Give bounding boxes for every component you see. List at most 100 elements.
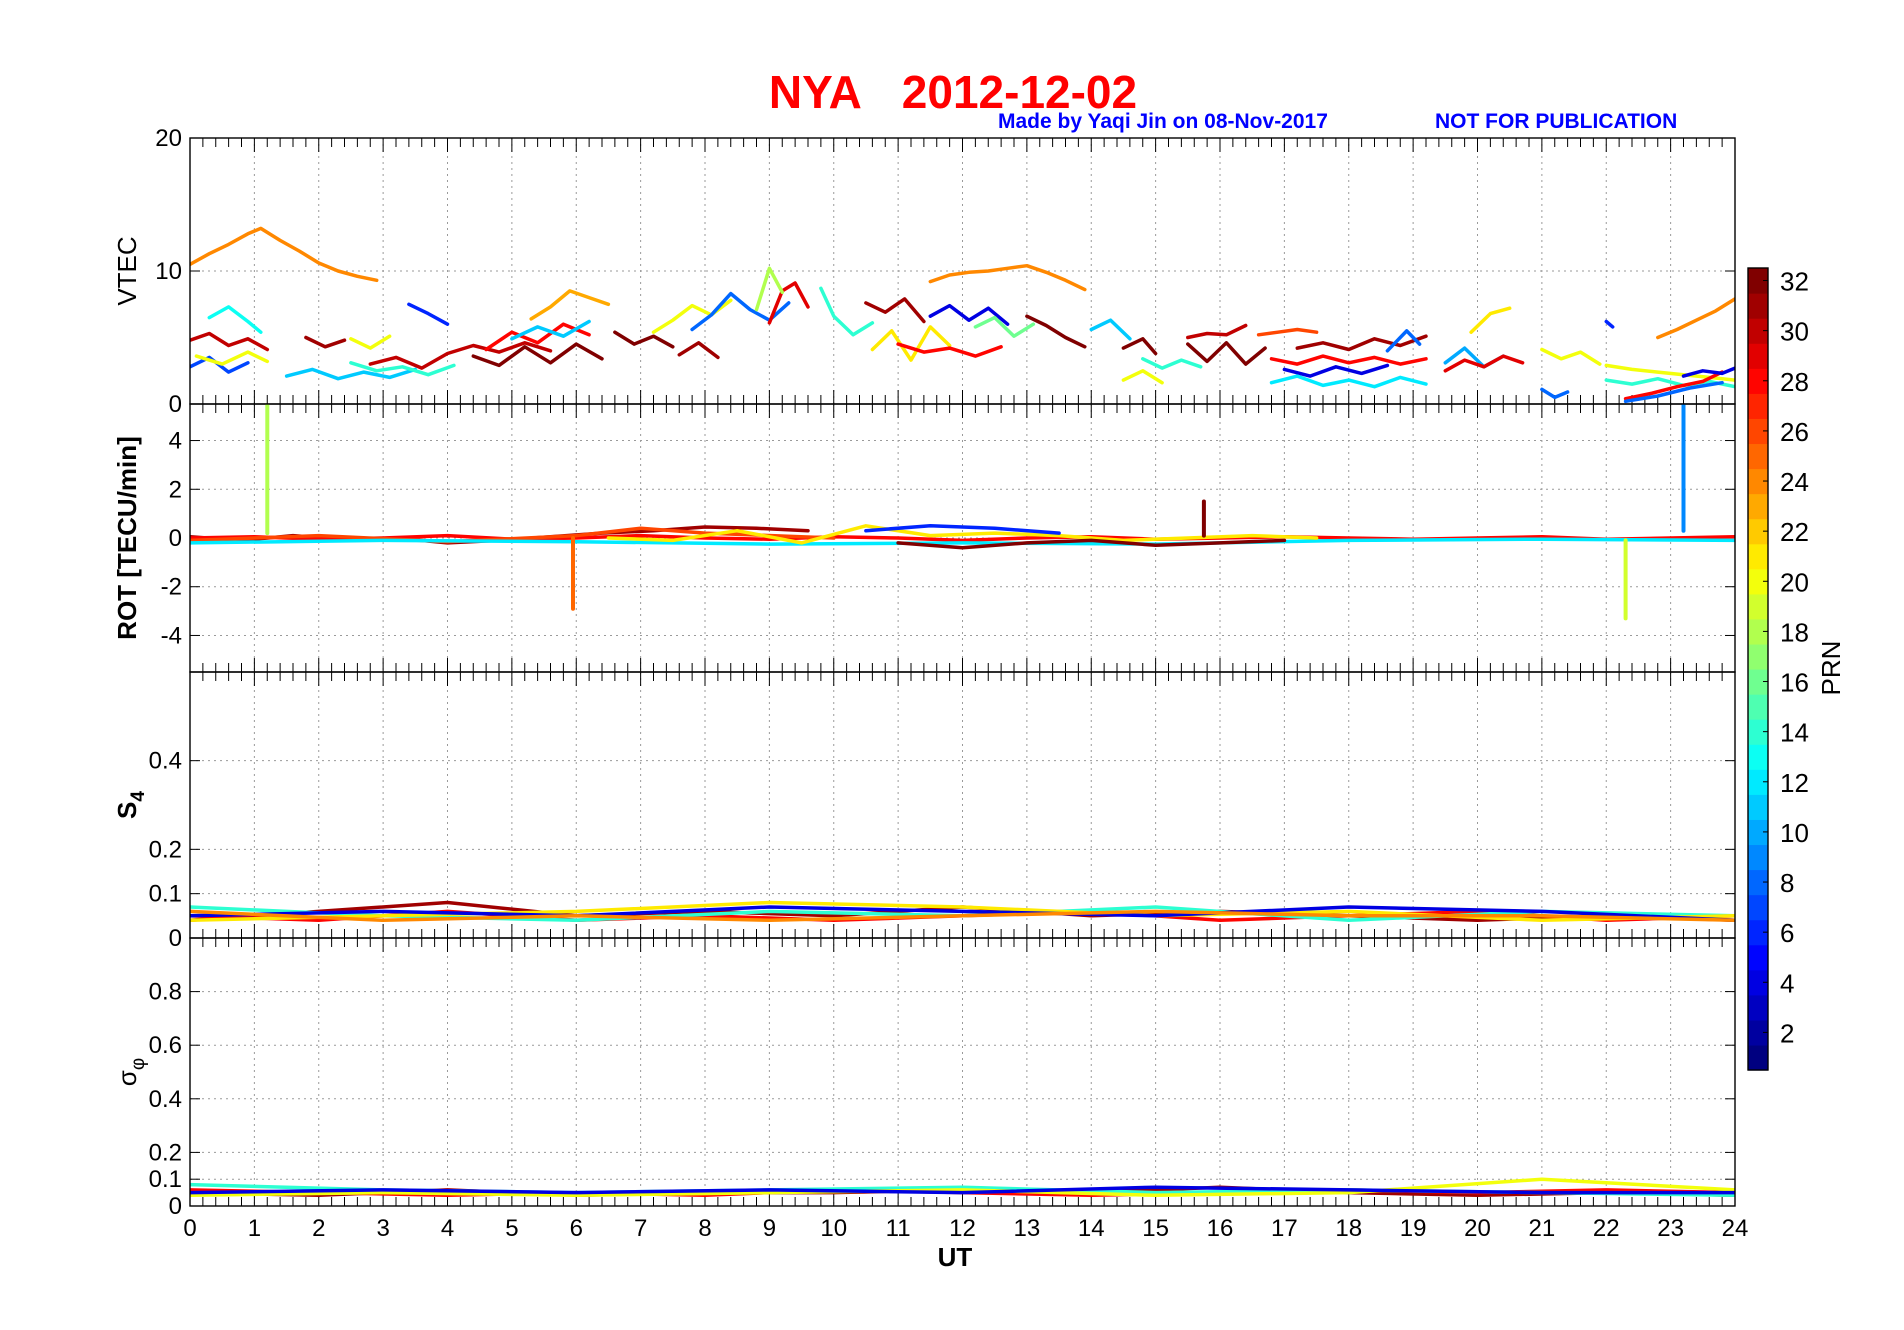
x-tick-label: 0 (183, 1215, 196, 1242)
x-tick-label: 2 (312, 1215, 325, 1242)
y-tick-label: 0 (169, 391, 182, 418)
y-tick-label: 2 (169, 476, 182, 503)
series-line-prn-14 (819, 286, 875, 337)
panel-vtec: 0 10 20 VTEC (112, 125, 1736, 418)
series-line-prn-8 (1540, 387, 1570, 400)
colorbar-segment (1748, 293, 1768, 319)
y-tick-label: 10 (155, 258, 182, 285)
series-line-prn-4 (1681, 366, 1735, 378)
series-line-prn-20 (194, 350, 270, 366)
colorbar-tick-label: 30 (1780, 317, 1809, 347)
x-axis-label: UT (938, 1242, 973, 1272)
y-axis-label: ROT [TECU/min] (112, 436, 142, 640)
series-line-prn-11 (1089, 318, 1132, 341)
series-line-prn-26 (1256, 327, 1319, 337)
panel-s4: 0 0.1 0.2 0.4S4 (112, 671, 1736, 952)
colorbar-segment (1748, 393, 1768, 419)
series-line-prn-6 (407, 302, 450, 326)
series-line-prn-6 (1604, 319, 1615, 329)
colorbar-segment (1748, 694, 1768, 720)
y-tick-label: 4 (169, 428, 182, 455)
x-tick-label: 21 (1529, 1215, 1556, 1242)
series-line-prn-32 (1121, 337, 1158, 356)
colorbar-tick-label: 16 (1780, 668, 1809, 698)
x-tick-label: 4 (441, 1215, 454, 1242)
colorbar-segment (1748, 744, 1768, 770)
colorbar-tick-label: 20 (1780, 567, 1809, 597)
series-line-prn-13 (207, 305, 263, 334)
colorbar-tick-label: 8 (1780, 868, 1794, 898)
x-tick-label: 15 (1142, 1215, 1169, 1242)
series-line-prn-11 (284, 367, 418, 381)
series-line-prn-23 (529, 289, 611, 321)
x-tick-label: 7 (634, 1215, 647, 1242)
colorbar-tick-label: 32 (1780, 267, 1809, 297)
y-axis-label: σφ (112, 1058, 149, 1086)
x-tick-label: 3 (376, 1215, 389, 1242)
series-line-prn-29 (1443, 354, 1525, 373)
x-tick-label: 8 (698, 1215, 711, 1242)
colorbar-tick-label: 4 (1780, 968, 1794, 998)
x-tick-label: 13 (1014, 1215, 1041, 1242)
series-line-prn-20 (1121, 369, 1164, 385)
colorbar-tick-label: 6 (1780, 918, 1794, 948)
series-group (190, 900, 1735, 923)
series-line-prn-31 (1295, 334, 1428, 352)
x-tick-label: 23 (1657, 1215, 1684, 1242)
x-tick-label: 9 (763, 1215, 776, 1242)
colorbar-segment (1748, 944, 1768, 971)
series-group (190, 1177, 1735, 1198)
series-line-prn-8 (1385, 329, 1422, 353)
series-line-prn-8 (1623, 380, 1724, 404)
credit-notice: NOT FOR PUBLICATION (1435, 110, 1677, 133)
credit-made-by: Made by Yaqi Jin on 08-Nov-2017 (998, 110, 1328, 133)
x-tick-label: 18 (1335, 1215, 1362, 1242)
x-tick-label: 22 (1593, 1215, 1620, 1242)
series-line-prn-32 (1025, 314, 1087, 349)
colorbar-label: PRN (1816, 641, 1846, 696)
colorbar-tick-label: 12 (1780, 768, 1809, 798)
x-tick-label: 24 (1722, 1215, 1749, 1242)
series-line-prn-20 (349, 334, 392, 350)
x-tick-label: 14 (1078, 1215, 1105, 1242)
colorbar-segment (1748, 643, 1768, 670)
series-line-prn-31 (677, 341, 720, 360)
series-line-prn-14 (1141, 357, 1203, 370)
series-line-prn-32 (613, 330, 675, 349)
colorbar: 2468101214161820222426283032 (1747, 267, 1809, 1071)
colorbar-tick-label: 10 (1780, 818, 1809, 848)
colorbar-segment (1748, 593, 1768, 620)
series-line-prn-4 (1282, 363, 1390, 378)
y-tick-label: 0.1 (149, 1166, 182, 1193)
colorbar-tick-label: 26 (1780, 417, 1809, 447)
y-tick-label: -4 (161, 622, 182, 649)
x-tick-label: 20 (1464, 1215, 1491, 1242)
x-tick-label: 6 (570, 1215, 583, 1242)
panel-sigma_phi: 00.10.20.40.60.8σφ0 1 2 3 4 5 6 7 8 9 10 11 12 13 14 15… (112, 937, 1749, 1242)
colorbar-tick-label: 14 (1780, 718, 1809, 748)
y-tick-label: 0.8 (149, 979, 182, 1006)
series-line-prn-31 (304, 335, 347, 349)
series-line-prn-21 (1469, 306, 1512, 334)
figure: NYA 2012-12-02 Made by Yaqi Jin on 08-Nov… (112, 66, 1846, 1272)
colorbar-segment (1748, 844, 1768, 871)
colorbar-tick-label: 24 (1780, 467, 1809, 497)
y-tick-label: 0 (169, 1193, 182, 1220)
colorbar-segment (1748, 343, 1768, 369)
y-tick-label: 0 (169, 525, 182, 552)
colorbar-segment (1748, 994, 1768, 1021)
x-tick-label: 5 (505, 1215, 518, 1242)
series-line-prn-21 (870, 325, 952, 362)
title-station: NYA (769, 66, 862, 118)
y-tick-label: 0.4 (149, 1086, 182, 1113)
colorbar-tick-label: 2 (1780, 1018, 1794, 1048)
colorbar-segment (1748, 493, 1768, 520)
colorbar-segment (1748, 443, 1768, 470)
y-tick-label: 20 (155, 125, 182, 152)
series-line-prn-24 (1656, 297, 1735, 340)
x-tick-label: 17 (1271, 1215, 1298, 1242)
colorbar-segment (1748, 794, 1768, 820)
colorbar-tick-label: 18 (1780, 617, 1809, 647)
panels: 01020VTEC-4-2024ROT [TECU/min]00.10.20.4… (112, 125, 1748, 1242)
series-line-prn-30 (190, 331, 270, 352)
